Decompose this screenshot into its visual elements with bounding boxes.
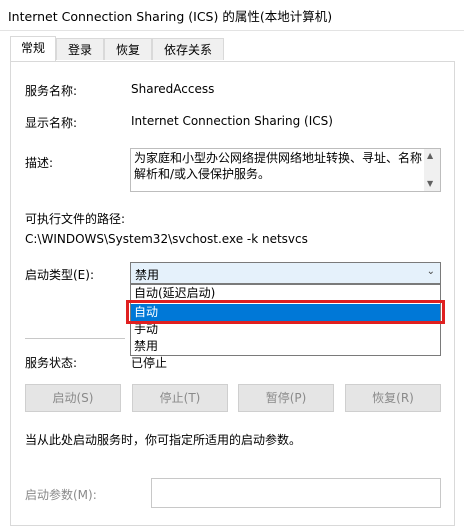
start-params-input[interactable] <box>151 478 441 508</box>
title-bar: Internet Connection Sharing (ICS) 的属性(本地… <box>0 0 464 31</box>
exe-path-label: 可执行文件的路径: <box>25 212 126 226</box>
description-text: 为家庭和小型办公网络提供网络地址转换、寻址、名称解析和/或入侵保护服务。 <box>134 151 423 181</box>
service-status-label: 服务状态: <box>25 356 78 370</box>
startup-type-label: 启动类型(E): <box>25 268 94 282</box>
display-name-value[interactable]: Internet Connection Sharing (ICS) <box>131 114 333 128</box>
start-params-note: 当从此处启动服务时，你可指定所适用的启动参数。 <box>25 433 302 447</box>
annotation-highlight-box <box>126 300 445 324</box>
service-status-value: 已停止 <box>131 356 168 370</box>
chevron-down-icon: ⌄ <box>426 266 435 277</box>
service-name-value: SharedAccess <box>131 82 215 96</box>
tab-general[interactable]: 常规 <box>10 36 56 61</box>
resume-button[interactable]: 恢复(R) <box>345 384 441 412</box>
startup-type-selected: 禁用 <box>135 268 160 282</box>
scroll-up-icon[interactable]: ▲ <box>427 151 433 160</box>
scroll-down-icon[interactable]: ▼ <box>427 179 433 188</box>
start-params-label: 启动参数(M): <box>25 488 97 502</box>
start-button[interactable]: 启动(S) <box>25 384 121 412</box>
stop-button[interactable]: 停止(T) <box>132 384 228 412</box>
description-scrollbar[interactable]: ▲ ▼ <box>424 149 440 191</box>
option-disabled[interactable]: 禁用 <box>131 338 440 355</box>
description-label: 描述: <box>25 156 54 170</box>
startup-type-select[interactable]: 禁用 ⌄ <box>130 262 441 284</box>
description-box[interactable]: 为家庭和小型办公网络提供网络地址转换、寻址、名称解析和/或入侵保护服务。 ▲ ▼ <box>130 148 441 192</box>
exe-path-value: C:\WINDOWS\System32\svchost.exe -k netsv… <box>25 232 308 246</box>
section-divider <box>25 338 125 339</box>
tab-logon[interactable]: 登录 <box>56 38 104 60</box>
display-name-label: 显示名称: <box>25 116 78 130</box>
tab-recovery[interactable]: 恢复 <box>104 38 152 60</box>
window-title: Internet Connection Sharing (ICS) 的属性(本地… <box>8 9 333 24</box>
pause-button[interactable]: 暂停(P) <box>238 384 334 412</box>
tab-dependencies[interactable]: 依存关系 <box>152 38 224 60</box>
service-name-label: 服务名称: <box>25 84 78 98</box>
